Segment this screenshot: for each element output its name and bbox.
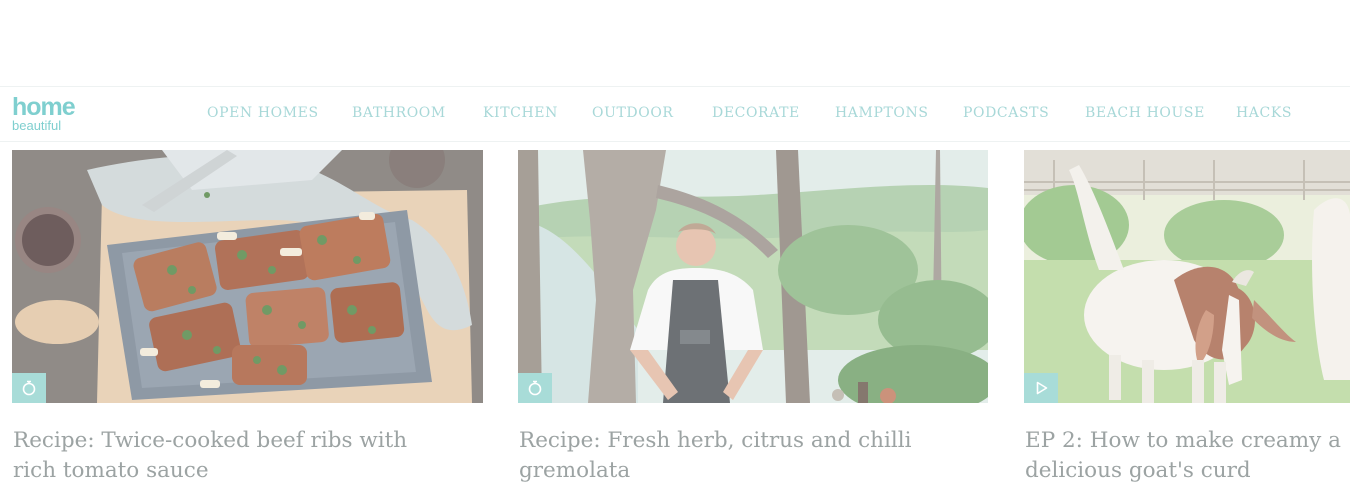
nav-item-hamptons[interactable]: HAMPTONS [835,105,929,121]
nav-item-outdoor[interactable]: OUTDOOR [592,105,674,121]
article-title[interactable]: Recipe: Fresh herb, citrus and chilli gr… [519,426,912,486]
play-icon [1036,381,1048,395]
nav-item-hacks[interactable]: HACKS [1236,105,1292,121]
article-title-line2: rich tomato sauce [13,458,209,483]
nav-item-open-homes[interactable]: OPEN HOMES [207,105,319,121]
recipe-badge [518,373,552,403]
chef-outdoors-image [518,150,988,403]
beef-ribs-image [12,150,483,403]
article-title-line2: delicious goat's curd [1025,458,1251,483]
nav-item-kitchen[interactable]: KITCHEN [483,105,558,121]
nav-item-beach-house[interactable]: BEACH HOUSE [1085,105,1205,121]
article-title[interactable]: Recipe: Twice-cooked beef ribs with rich… [13,426,407,486]
recipe-icon [528,380,542,396]
article-card[interactable]: Recipe: Twice-cooked beef ribs with rich… [12,150,484,490]
article-title-line2: gremolata [519,458,631,483]
article-card[interactable]: EP 2: How to make creamy a delicious goa… [1024,150,1350,490]
nav-item-podcasts[interactable]: PODCASTS [963,105,1049,121]
nav-item-bathroom[interactable]: BATHROOM [352,105,446,121]
gremolata-video-photo[interactable] [518,150,988,403]
article-title-line1: EP 2: How to make creamy a [1025,428,1341,453]
article-title[interactable]: EP 2: How to make creamy a delicious goa… [1025,426,1341,486]
top-blank-area [0,0,1350,86]
article-title-line1: Recipe: Fresh herb, citrus and chilli [519,428,912,453]
goats-curd-video-photo[interactable] [1024,150,1350,403]
article-card[interactable]: Recipe: Fresh herb, citrus and chilli gr… [518,150,990,490]
beef-ribs-photo[interactable] [12,150,483,403]
article-title-line1: Recipe: Twice-cooked beef ribs with [13,428,408,453]
recipe-badge [12,373,46,403]
nav-menu: OPEN HOMES BATHROOM KITCHEN OUTDOOR DECO… [0,87,1350,141]
main-navbar: home beautiful OPEN HOMES BATHROOM KITCH… [0,86,1350,142]
video-badge [1024,373,1058,403]
goats-image [1024,150,1350,403]
recipe-icon [22,380,36,396]
nav-item-decorate[interactable]: DECORATE [712,105,800,121]
